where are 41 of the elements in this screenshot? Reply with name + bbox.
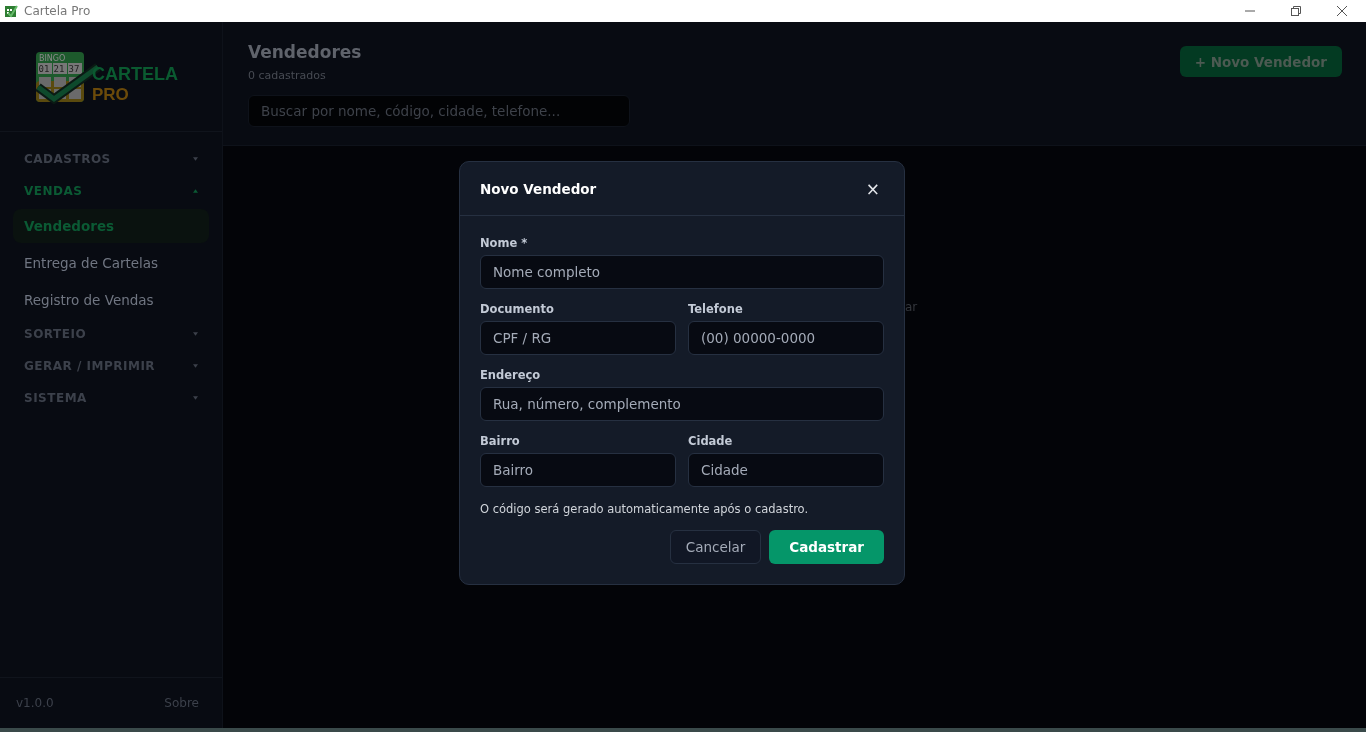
caret-down-icon <box>193 396 198 400</box>
nav-section-header[interactable]: SORTEIO <box>13 319 209 349</box>
nav-section-header[interactable]: VENDAS <box>13 176 209 206</box>
caret-up-icon <box>193 189 198 193</box>
version-label: v1.0.0 <box>16 696 54 710</box>
nav-item[interactable]: Vendedores <box>13 209 209 243</box>
input-field[interactable]: Nome completo <box>480 255 884 289</box>
input-field[interactable]: (00) 00000-0000 <box>688 321 884 355</box>
caret-down-icon <box>193 157 198 161</box>
page-title: Vendedores <box>248 42 363 62</box>
search-field[interactable]: Buscar por nome, código, cidade, telefone... <box>248 95 630 127</box>
nav-item[interactable]: Registro de Vendas <box>13 283 209 317</box>
nav-section-header[interactable]: GERAR / IMPRIMIR <box>13 351 209 381</box>
info-note: O código será gerado automaticamente após o cadastro. <box>480 502 810 516</box>
input-field[interactable]: Bairro <box>480 453 676 487</box>
close-icon[interactable] <box>1337 6 1347 16</box>
logo-drawing: BINGO 01 21 37 CARTELA PRO <box>36 48 186 105</box>
field-label: Endereço <box>480 368 542 382</box>
caret-down-icon <box>193 364 198 368</box>
field-label: Bairro <box>480 434 521 448</box>
field-label: Telefone <box>688 302 744 316</box>
input-field[interactable]: Cidade <box>688 453 884 487</box>
submit-button[interactable]: Cadastrar <box>769 530 884 564</box>
dialog-title: Novo Vendedor <box>480 180 597 197</box>
restore-icon[interactable] <box>1291 6 1301 16</box>
window-title: Cartela Pro <box>24 4 91 18</box>
app-icon <box>4 4 18 18</box>
record-count: 0 cadastrados <box>248 69 327 82</box>
field-label: Documento <box>480 302 555 316</box>
about-link[interactable]: Sobre <box>164 696 199 710</box>
input-field[interactable]: CPF / RG <box>480 321 676 355</box>
field-label: Cidade <box>688 434 734 448</box>
close-button[interactable]: × <box>861 178 884 199</box>
new-seller-button[interactable]: + Novo Vendedor <box>1179 46 1342 77</box>
cancel-button[interactable]: Cancelar <box>669 530 762 564</box>
caret-down-icon <box>193 332 198 336</box>
nav-section-header[interactable]: CADASTROS <box>13 144 209 174</box>
nav-section-header[interactable]: SISTEMA <box>13 383 209 413</box>
nav-item[interactable]: Entrega de Cartelas <box>13 246 209 280</box>
field-label: Nome * <box>480 236 529 250</box>
input-field[interactable]: Rua, número, complemento <box>480 387 884 421</box>
